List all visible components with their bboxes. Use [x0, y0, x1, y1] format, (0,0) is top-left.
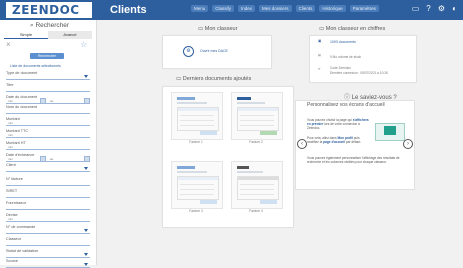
- top-icons: ▭ ? ⚙ ◐: [411, 4, 459, 13]
- calendar-icon[interactable]: [40, 156, 46, 162]
- field-client[interactable]: Client: [6, 163, 90, 172]
- document-caption: Facture 3: [189, 209, 203, 213]
- chevron-down-icon[interactable]: [84, 167, 88, 170]
- chevron-down-icon[interactable]: [84, 253, 88, 256]
- document-thumbnail[interactable]: [231, 92, 283, 140]
- search-tabs: Simple Avancé: [4, 31, 92, 39]
- gear-icon[interactable]: ⚙: [437, 4, 446, 13]
- documents-icon: ▣: [318, 39, 322, 43]
- tip-title: Personnalisez vos écrans d'accueil: [307, 102, 385, 108]
- field-devise[interactable]: Devise min: [6, 213, 90, 222]
- field-fournisseur[interactable]: Fournisseur: [6, 201, 90, 210]
- chevron-down-icon[interactable]: [84, 229, 88, 232]
- mon-classeur-title: ▭ Mon classeur: [198, 26, 238, 32]
- nav-item-clients[interactable]: Clients: [295, 5, 316, 12]
- connection-icon: ⟳: [318, 67, 321, 71]
- open-dace-link[interactable]: Ouvrir mes DACE: [200, 49, 228, 53]
- field-ref[interactable]: N° facture: [6, 177, 90, 186]
- tip-illustration: [375, 123, 405, 141]
- field-date-document[interactable]: Date du document min au: [6, 95, 90, 104]
- dace-icon: ⚙: [183, 46, 194, 57]
- mon-classeur-panel: ⚙ Ouvrir mes DACE: [162, 35, 272, 69]
- field-statut[interactable]: Statut de validation: [6, 249, 90, 258]
- document-thumbnail[interactable]: [171, 161, 223, 209]
- help-icon[interactable]: ?: [424, 4, 433, 13]
- folder-icon: ▭: [319, 26, 325, 32]
- close-icon[interactable]: ×: [6, 40, 11, 49]
- nav-item-index[interactable]: Index: [238, 5, 256, 12]
- field-montant[interactable]: Montant min: [6, 117, 90, 126]
- field-titre[interactable]: Titre: [6, 83, 90, 92]
- field-date-echeance[interactable]: Date d'échéance min au: [6, 153, 90, 162]
- document-thumbnail[interactable]: [171, 92, 223, 140]
- chevron-right-icon[interactable]: ›: [403, 139, 413, 149]
- user-icon[interactable]: ◐: [450, 4, 459, 13]
- sidebar-title: ⌕ Rechercher: [30, 22, 70, 29]
- tab-simple[interactable]: Simple: [4, 31, 48, 39]
- nav-item-menu[interactable]: Menu: [191, 5, 209, 12]
- field-montant-ttc[interactable]: Montant TTC min: [6, 129, 90, 138]
- search-button[interactable]: Rechercher: [30, 53, 64, 59]
- nav-item-classify[interactable]: Classify: [212, 5, 235, 12]
- field-source[interactable]: Source: [6, 259, 90, 268]
- top-nav: Menu Classify Index Mes dossiers Clients…: [191, 5, 379, 12]
- document-caption: Facture 2: [249, 140, 263, 144]
- tab-avance[interactable]: Avancé: [48, 31, 92, 39]
- saved-documents-link[interactable]: Liste de documents sélectionnés: [10, 64, 61, 68]
- document-caption: Facture 1: [189, 140, 203, 144]
- nav-item-parametres[interactable]: Paramètres: [349, 5, 379, 12]
- field-nom-document[interactable]: Nom du document: [6, 105, 90, 114]
- storage-icon: ▤: [318, 53, 322, 57]
- calendar-icon[interactable]: [40, 98, 46, 104]
- zeendoc-logo[interactable]: ZEENDOC: [6, 2, 92, 18]
- last-connection: Dernière connexion : 05/07/2021 à 10:26: [330, 71, 388, 75]
- tip-paragraph: Vous pouvez également personnaliser l'af…: [307, 156, 400, 164]
- calendar-icon[interactable]: [84, 156, 90, 162]
- nav-item-dossiers[interactable]: Mes dossiers: [259, 5, 292, 12]
- top-bar: ZEENDOC Clients Menu Classify Index Mes …: [0, 0, 463, 20]
- le-saviez-vous-panel: Personnalisez vos écrans d'accueil Vous …: [295, 100, 415, 190]
- nav-item-historique[interactable]: Historique: [319, 5, 346, 12]
- document-caption: Facture 4: [249, 209, 263, 213]
- field-siret[interactable]: SIRET: [6, 189, 90, 198]
- monitor-icon[interactable]: ▭: [411, 4, 420, 13]
- chiffres-panel: ▣ 1093 documents ▤ 9 Mo volume de stock …: [309, 35, 417, 83]
- app-title: Clients: [110, 4, 147, 16]
- field-montant-ht[interactable]: Montant HT min: [6, 141, 90, 150]
- folder-icon: ▭: [176, 76, 182, 82]
- tip-paragraph: Vous pouvez choisir la page qui s'affich…: [307, 118, 369, 130]
- folder-icon: ▭: [198, 26, 204, 32]
- documents-count: 1093 documents: [330, 40, 356, 44]
- field-ordre[interactable]: N° de commande: [6, 225, 90, 234]
- storage-volume: 9 Mo volume de stock: [330, 55, 362, 59]
- field-type[interactable]: Type de document: [6, 71, 90, 80]
- derniers-title: ▭ Derniers documents ajoutés: [176, 76, 252, 82]
- code-zeendoc: Code Zeendoc: [330, 66, 351, 70]
- calendar-icon[interactable]: [84, 98, 90, 104]
- chevron-left-icon[interactable]: ‹: [297, 139, 307, 149]
- document-thumbnail[interactable]: [231, 161, 283, 209]
- star-icon[interactable]: ☆: [80, 40, 87, 49]
- field-classeur[interactable]: Classeur: [6, 237, 90, 246]
- search-sidebar: ⌕ Rechercher Simple Avancé × ☆ Recherche…: [0, 20, 97, 268]
- chevron-down-icon[interactable]: [84, 75, 88, 78]
- search-icon: ⌕: [30, 22, 34, 29]
- derniers-panel: Facture 1 Facture 2 Facture 3 Facture 4: [162, 86, 294, 228]
- chiffres-title: ▭ Mon classeur en chiffres: [319, 26, 386, 32]
- tip-paragraph: Pour cela, allez dans Mon profil puis mo…: [307, 136, 362, 144]
